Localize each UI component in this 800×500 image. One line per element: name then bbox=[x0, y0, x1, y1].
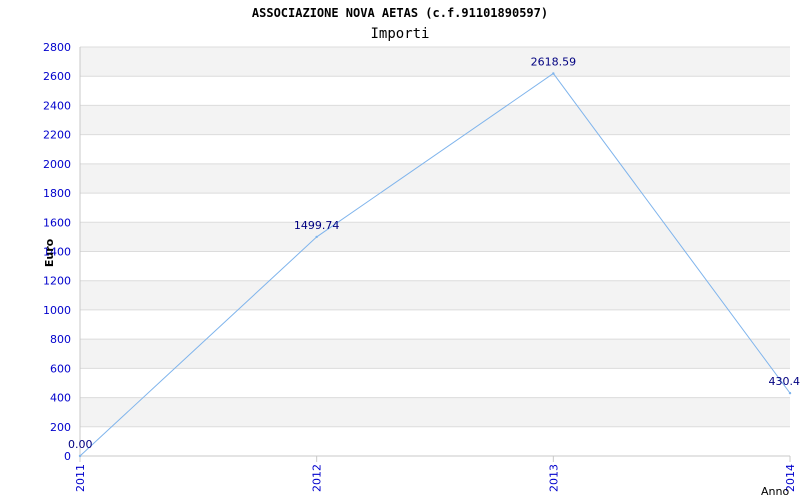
x-tick-label: 2012 bbox=[311, 464, 324, 492]
plot-band bbox=[80, 251, 790, 281]
plot-band bbox=[80, 163, 790, 194]
x-tick-label: 2013 bbox=[547, 464, 560, 492]
y-axis-label: Euro bbox=[43, 238, 56, 267]
line-chart: 0200400600800100012001400160018002000220… bbox=[43, 6, 800, 498]
plot-band bbox=[80, 397, 790, 427]
y-tick-label: 2600 bbox=[43, 70, 71, 83]
plot-band bbox=[80, 309, 790, 340]
plot-band bbox=[80, 339, 790, 369]
chart-subtitle: Importi bbox=[370, 26, 429, 42]
y-tick-label: 1600 bbox=[43, 216, 71, 229]
y-tick-label: 1000 bbox=[43, 304, 71, 317]
data-label: 430.4 bbox=[769, 375, 800, 388]
plot-band bbox=[80, 76, 790, 106]
data-label: 0.00 bbox=[68, 438, 93, 451]
y-tick-label: 600 bbox=[50, 362, 71, 375]
plot-band bbox=[80, 193, 790, 223]
x-axis-label: Anno bbox=[761, 485, 789, 498]
plot-band bbox=[80, 105, 790, 135]
data-label: 2618.59 bbox=[531, 55, 577, 68]
data-point bbox=[788, 391, 792, 395]
y-tick-label: 1800 bbox=[43, 187, 71, 200]
y-tick-label: 400 bbox=[50, 392, 71, 405]
data-label: 1499.74 bbox=[294, 219, 340, 232]
chart-title: ASSOCIAZIONE NOVA AETAS (c.f.91101890597… bbox=[252, 6, 548, 20]
data-point bbox=[78, 454, 82, 458]
plot-band bbox=[80, 222, 790, 252]
y-tick-label: 200 bbox=[50, 421, 71, 434]
plot-band bbox=[80, 47, 790, 77]
y-tick-label: 2800 bbox=[43, 41, 71, 54]
data-point bbox=[315, 235, 318, 239]
y-tick-label: 0 bbox=[64, 450, 71, 463]
plot-band bbox=[80, 134, 790, 164]
x-tick-label: 2011 bbox=[74, 464, 87, 492]
y-tick-label: 800 bbox=[50, 333, 71, 346]
x-tick-labels: 2011 2012 2013 2014 bbox=[74, 464, 797, 492]
y-tick-label: 1200 bbox=[43, 275, 71, 288]
data-point bbox=[552, 72, 555, 75]
chart-container: 0 200 400 600 800 1000 1200 1400 1600 1800 2000 220… bbox=[0, 0, 800, 500]
y-tick-label: 2000 bbox=[43, 158, 71, 171]
plot-band bbox=[80, 280, 790, 310]
plot-band bbox=[80, 368, 790, 398]
plot-band bbox=[80, 426, 790, 456]
y-tick-label: 2400 bbox=[43, 99, 71, 112]
y-tick-label: 2200 bbox=[43, 129, 71, 142]
